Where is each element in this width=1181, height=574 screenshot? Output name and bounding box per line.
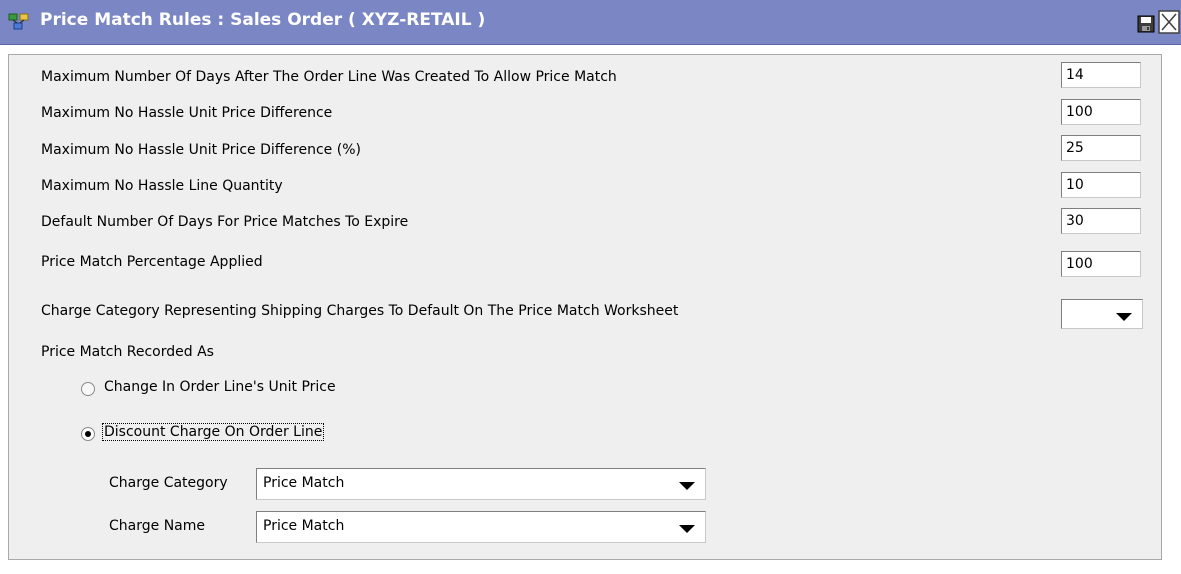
radio-change-unit-price-label: Change In Order Line's Unit Price xyxy=(104,379,336,395)
price-match-pct-label: Price Match Percentage Applied xyxy=(41,254,263,270)
chevron-down-icon xyxy=(679,482,695,490)
max-unit-price-diff-pct-label: Maximum No Hassle Unit Price Difference … xyxy=(41,142,361,158)
radio-button[interactable] xyxy=(81,382,95,396)
close-icon[interactable] xyxy=(1158,10,1180,34)
charge-name-select[interactable]: Price Match xyxy=(256,511,706,543)
max-line-quantity-label: Maximum No Hassle Line Quantity xyxy=(41,178,283,194)
default-expire-days-label: Default Number Of Days For Price Matches… xyxy=(41,214,409,230)
radio-discount-charge-label: Discount Charge On Order Line xyxy=(101,423,325,441)
max-unit-price-diff-pct-input[interactable] xyxy=(1061,135,1141,161)
window-title: Price Match Rules : Sales Order ( XYZ-RE… xyxy=(40,10,486,30)
recorded-as-label: Price Match Recorded As xyxy=(41,344,214,360)
price-match-rules-window: Price Match Rules : Sales Order ( XYZ-RE… xyxy=(0,0,1181,574)
save-icon[interactable] xyxy=(1136,14,1156,34)
title-bar: Price Match Rules : Sales Order ( XYZ-RE… xyxy=(0,0,1181,45)
charge-name-label: Charge Name xyxy=(109,518,205,534)
max-unit-price-diff-label: Maximum No Hassle Unit Price Difference xyxy=(41,105,333,121)
radio-button[interactable] xyxy=(81,427,95,441)
chevron-down-icon xyxy=(1116,313,1132,321)
price-match-pct-input[interactable] xyxy=(1061,251,1141,277)
price-match-rules-panel: Maximum Number Of Days After The Order L… xyxy=(8,54,1162,560)
charge-category-label: Charge Category xyxy=(109,475,228,491)
chevron-down-icon xyxy=(679,525,695,533)
charge-name-value: Price Match xyxy=(263,518,345,534)
shipping-charge-category-label: Charge Category Representing Shipping Ch… xyxy=(41,303,679,319)
max-days-input[interactable] xyxy=(1061,62,1141,88)
max-line-quantity-input[interactable] xyxy=(1061,172,1141,198)
default-expire-days-input[interactable] xyxy=(1061,208,1141,234)
max-days-label: Maximum Number Of Days After The Order L… xyxy=(41,69,617,85)
charge-category-select[interactable]: Price Match xyxy=(256,468,706,500)
shipping-charge-category-select[interactable] xyxy=(1061,299,1143,329)
price-match-rules-icon xyxy=(8,12,32,32)
max-unit-price-diff-input[interactable] xyxy=(1061,99,1141,125)
charge-category-value: Price Match xyxy=(263,475,345,491)
